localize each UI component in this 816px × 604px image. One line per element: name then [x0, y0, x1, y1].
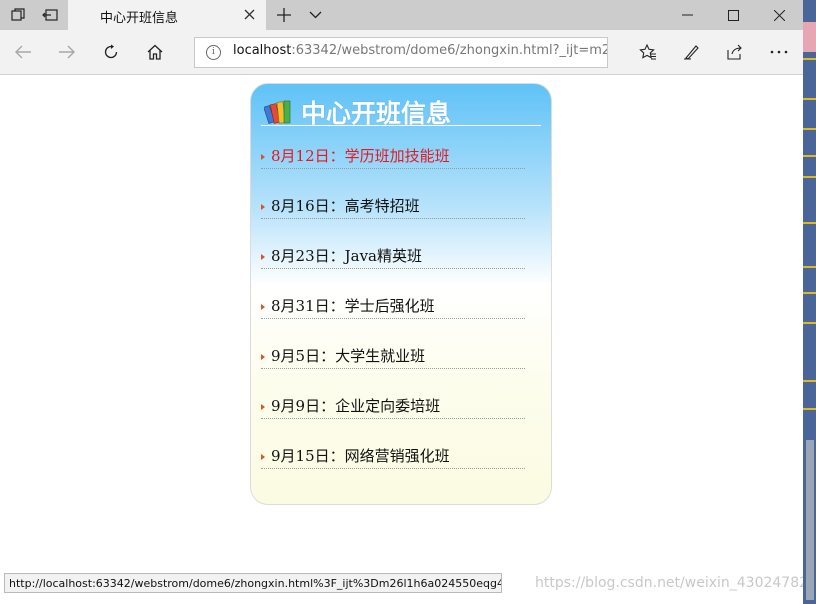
background-window-mark — [803, 58, 816, 60]
background-window-mark — [803, 322, 816, 324]
list-item: 8月31日：学士后强化班 — [261, 281, 525, 331]
home-icon[interactable] — [140, 37, 170, 67]
pen-icon[interactable] — [677, 37, 707, 67]
course-link[interactable]: 8月16日：高考特招班 — [271, 195, 420, 216]
url-host: localhost — [233, 43, 292, 58]
chevron-down-icon[interactable] — [300, 0, 330, 30]
list-item: 9月15日：网络营销强化班 — [261, 431, 525, 481]
address-bar[interactable]: i localhost:63342/webstrom/dome6/zhongxi… — [194, 37, 608, 68]
course-link[interactable]: 9月15日：网络营销强化班 — [271, 445, 450, 466]
browser-toolbar: i localhost:63342/webstrom/dome6/zhongxi… — [0, 30, 803, 75]
course-link[interactable]: 9月5日：大学生就业班 — [271, 345, 425, 366]
more-icon[interactable] — [764, 37, 794, 67]
list-item: 9月9日：企业定向委培班 — [261, 381, 525, 431]
list-item: 8月23日：Java精英班 — [261, 231, 525, 281]
maximize-icon[interactable] — [710, 0, 756, 30]
share-icon[interactable] — [720, 37, 750, 67]
course-panel: 中心开班信息 8月12日：学历班加技能班 8月16日：高考特招班 8月23日：J… — [250, 83, 552, 505]
list-item: 9月5日：大学生就业班 — [261, 331, 525, 381]
back-arrow-icon[interactable] — [8, 37, 38, 67]
tab-title: 中心开班信息 — [100, 11, 179, 26]
url-text[interactable]: localhost:63342/webstrom/dome6/zhongxin.… — [233, 43, 607, 58]
books-icon — [264, 100, 291, 124]
tab-restore-icon[interactable] — [34, 0, 66, 30]
background-window-mark — [803, 266, 816, 268]
status-bar: http://localhost:63342/webstrom/dome6/zh… — [4, 573, 502, 593]
bullet-icon — [261, 354, 265, 360]
list-item: 8月16日：高考特招班 — [261, 181, 525, 231]
background-window-scrollbar — [806, 440, 814, 600]
page-content: 中心开班信息 8月12日：学历班加技能班 8月16日：高考特招班 8月23日：J… — [0, 75, 803, 604]
browser-window: 中心开班信息 i localhost:63342/webstrom/dome6/… — [0, 0, 808, 604]
bullet-icon — [261, 404, 265, 410]
course-link[interactable]: 8月31日：学士后强化班 — [271, 295, 435, 316]
favorites-icon[interactable] — [633, 37, 663, 67]
background-window-mark — [803, 176, 816, 178]
bullet-icon — [261, 454, 265, 460]
bullet-icon — [261, 154, 265, 160]
course-link[interactable]: 8月23日：Java精英班 — [271, 245, 422, 266]
course-link[interactable]: 8月12日：学历班加技能班 — [271, 145, 450, 166]
bullet-icon — [261, 304, 265, 310]
panel-title: 中心开班信息 — [301, 99, 452, 128]
forward-arrow-icon[interactable] — [52, 37, 82, 67]
watermark: https://blog.csdn.net/weixin_43024782 — [535, 575, 809, 591]
tab-set-aside-icon[interactable] — [2, 0, 34, 30]
course-list: 8月12日：学历班加技能班 8月16日：高考特招班 8月23日：Java精英班 — [261, 131, 525, 481]
url-path: :63342/webstrom/dome6/zhongxin.html?_ijt… — [291, 43, 607, 58]
new-tab-button[interactable] — [269, 0, 299, 30]
refresh-icon[interactable] — [96, 37, 126, 67]
background-window-mark — [803, 155, 816, 157]
minimize-icon[interactable] — [664, 0, 710, 30]
bullet-icon — [261, 254, 265, 260]
background-window-mark — [803, 292, 816, 294]
background-window-mark — [803, 408, 816, 410]
close-window-icon[interactable] — [756, 0, 802, 30]
background-window-mark — [803, 222, 816, 224]
background-window-mark — [803, 380, 816, 382]
info-icon[interactable]: i — [206, 45, 221, 60]
bullet-icon — [261, 204, 265, 210]
panel-header: 中心开班信息 — [261, 92, 541, 128]
background-window-accent — [803, 22, 816, 52]
course-link[interactable]: 9月9日：企业定向委培班 — [271, 395, 440, 416]
close-icon[interactable] — [240, 5, 258, 23]
list-item: 8月12日：学历班加技能班 — [261, 131, 525, 181]
background-window-mark — [803, 98, 816, 100]
tab-active[interactable]: 中心开班信息 — [68, 0, 266, 30]
tab-strip: 中心开班信息 — [0, 0, 803, 30]
background-window-mark — [803, 128, 816, 130]
